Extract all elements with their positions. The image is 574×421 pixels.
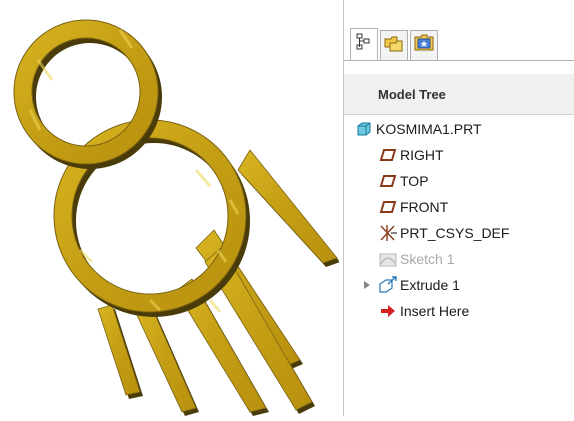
- model-tree-tab[interactable]: [350, 28, 378, 60]
- datum-plane-icon: [378, 146, 398, 164]
- folder-browser-tab[interactable]: [380, 30, 408, 60]
- tree-item-label: Insert Here: [400, 303, 470, 319]
- csys-icon: [378, 224, 398, 242]
- model-tree-title: Model Tree: [378, 87, 446, 102]
- tree-item-front[interactable]: FRONT: [378, 196, 448, 218]
- tree-item-sketch[interactable]: Sketch 1: [378, 248, 454, 270]
- tree-item-top[interactable]: TOP: [378, 170, 429, 192]
- part-icon: [354, 120, 374, 138]
- tree-item-part[interactable]: KOSMIMA1.PRT: [354, 118, 482, 140]
- tree-item-right[interactable]: RIGHT: [378, 144, 444, 166]
- sketch-icon: [378, 250, 398, 268]
- favorites-tab[interactable]: [410, 30, 438, 60]
- tree-item-label: Sketch 1: [400, 251, 455, 267]
- favorites-icon: [414, 34, 434, 57]
- extrude-icon: [378, 276, 398, 294]
- graphics-viewport[interactable]: [0, 0, 340, 416]
- tree-item-label: TOP: [400, 173, 429, 189]
- model-tree-icon: [356, 33, 372, 56]
- tree-item-label: KOSMIMA1.PRT: [376, 121, 482, 137]
- tree-item-label: PRT_CSYS_DEF: [400, 225, 510, 241]
- navigator-panel: Model Tree KOSMIMA1.PRT RIGHT TOP FRONT …: [343, 0, 574, 416]
- model-tree-header: Model Tree: [344, 74, 574, 115]
- navigator-tabs: [344, 22, 574, 72]
- tab-underline: [344, 60, 574, 61]
- datum-plane-icon: [378, 198, 398, 216]
- comet-model: [13, 19, 340, 416]
- folder-icon: [384, 34, 404, 57]
- tree-item-label: Extrude 1: [400, 277, 460, 293]
- tree-item-insert-here[interactable]: Insert Here: [378, 300, 469, 322]
- datum-plane-icon: [378, 172, 398, 190]
- tree-item-label: FRONT: [400, 199, 449, 215]
- tree-item-csys[interactable]: PRT_CSYS_DEF: [378, 222, 509, 244]
- insert-arrow-icon: [378, 302, 398, 320]
- tree-item-extrude[interactable]: Extrude 1: [378, 274, 460, 296]
- expand-arrow-icon[interactable]: [362, 274, 372, 296]
- tree-item-label: RIGHT: [400, 147, 444, 163]
